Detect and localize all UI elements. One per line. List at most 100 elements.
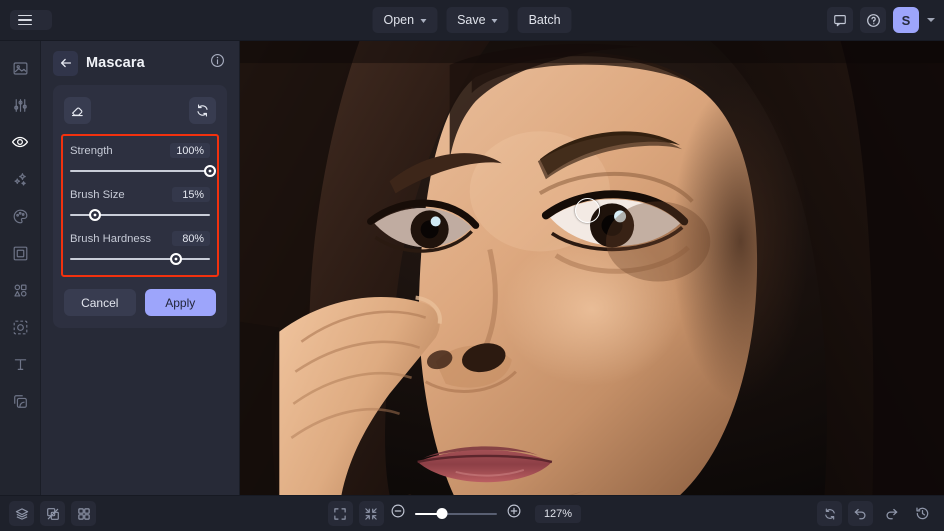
top-bar: Open Save Batch S [0, 0, 944, 41]
redo-icon [886, 508, 898, 520]
apply-button[interactable]: Apply [144, 289, 216, 316]
batch-button[interactable]: Batch [517, 7, 572, 33]
brush-size-slider[interactable] [70, 208, 210, 222]
chevron-down-icon [491, 18, 498, 23]
sidebar-item-shapes[interactable] [5, 275, 35, 305]
slider-value: 80% [172, 231, 210, 246]
refresh-icon [824, 507, 835, 520]
grid-icon [77, 507, 90, 520]
slider-row-brush-size: Brush Size 15% [70, 187, 210, 222]
app-body: Mascara Strength 100% Brush Size 15% Bru… [0, 41, 944, 495]
sidebar-item-text[interactable] [5, 349, 35, 379]
save-button[interactable]: Save [446, 7, 509, 33]
sidebar-item-image[interactable] [5, 53, 35, 83]
collapse-frame-icon [365, 507, 378, 520]
hamburger-icon [18, 14, 32, 26]
zoom-level-label[interactable]: 127% [534, 504, 582, 523]
sparkles-icon [13, 172, 26, 186]
info-button[interactable] [210, 53, 225, 73]
page-title: Mascara [86, 55, 145, 71]
eraser-icon [71, 107, 83, 117]
card-tool-row [64, 97, 216, 124]
strength-slider[interactable] [70, 164, 216, 178]
app-menu-button[interactable] [10, 9, 52, 31]
sidebar-item-effects[interactable] [5, 164, 35, 194]
undo-icon [854, 508, 866, 520]
slider-label: Brush Size [70, 188, 125, 201]
sidebar-item-cutout[interactable] [5, 312, 35, 342]
layers-button[interactable] [9, 501, 34, 526]
sliders-icon [13, 98, 27, 112]
sidebar-item-color[interactable] [5, 201, 35, 231]
question-circle-icon [866, 13, 880, 27]
sidebar-item-layers[interactable] [5, 386, 35, 416]
expand-frame-icon [334, 507, 347, 520]
chevron-down-icon[interactable] [927, 18, 935, 22]
slider-thumb[interactable] [170, 253, 183, 265]
panel-action-row: Cancel Apply [64, 289, 216, 316]
photo-editor-app: Open Save Batch S Mascara Strength 100% … [0, 0, 944, 531]
top-bar-center-group: Open Save Batch [372, 7, 572, 33]
bottom-bar-right-group [817, 501, 935, 526]
zoom-out-button[interactable] [390, 503, 406, 524]
cutout-icon [13, 320, 27, 334]
info-circle-icon [211, 54, 224, 67]
slider-thumb[interactable] [89, 209, 102, 221]
open-button[interactable]: Open [372, 7, 438, 33]
undo-button[interactable] [848, 501, 874, 526]
zoom-in-button[interactable] [506, 503, 522, 524]
comment-icon [834, 15, 846, 27]
compare-icon [46, 507, 59, 520]
actual-size-button[interactable] [358, 501, 384, 526]
top-bar-right-group: S [827, 7, 935, 33]
grid-button[interactable] [71, 501, 96, 526]
back-button[interactable] [53, 50, 78, 76]
batch-label: Batch [528, 13, 561, 27]
history-icon [916, 507, 929, 520]
panel-header: Mascara [53, 41, 227, 85]
fit-to-screen-button[interactable] [327, 501, 353, 526]
reset-button[interactable] [189, 97, 216, 124]
slider-thumb[interactable] [436, 508, 448, 519]
refresh-icon [197, 104, 208, 117]
slider-thumb[interactable] [204, 165, 216, 177]
sidebar-item-frame[interactable] [5, 238, 35, 268]
mascara-settings-card: Strength 100% Brush Size 15% Brush Hardn… [53, 85, 227, 328]
bottom-bar: 127% [0, 495, 944, 531]
zoom-slider[interactable] [414, 507, 497, 521]
layers-icon [15, 507, 28, 520]
open-label: Open [383, 13, 415, 27]
portrait-photo [240, 41, 944, 495]
help-button[interactable] [860, 7, 886, 33]
tool-rail [0, 41, 41, 495]
slider-label: Strength [70, 144, 113, 157]
slider-row-brush-hardness: Brush Hardness 80% [70, 231, 210, 266]
frame-icon [13, 246, 27, 260]
erase-button[interactable] [64, 97, 91, 124]
layers-overlap-icon [13, 394, 27, 408]
plus-circle-icon [507, 504, 521, 518]
text-icon [14, 358, 26, 370]
image-canvas[interactable] [240, 41, 944, 495]
slider-value: 100% [170, 143, 210, 158]
compare-button[interactable] [40, 501, 65, 526]
arrow-left-icon [60, 58, 71, 68]
user-avatar[interactable]: S [893, 7, 919, 33]
cancel-button[interactable]: Cancel [64, 289, 136, 316]
redo-button[interactable] [879, 501, 904, 526]
feedback-button[interactable] [827, 7, 853, 33]
canvas-area [240, 41, 944, 495]
sidebar-item-retouch[interactable] [5, 127, 35, 157]
brush-hardness-slider[interactable] [70, 252, 210, 266]
reset-view-button[interactable] [817, 501, 843, 526]
slider-group-highlight: Strength 100% Brush Size 15% Brush Hardn… [61, 134, 219, 277]
image-icon [13, 61, 27, 75]
shapes-icon [13, 284, 27, 297]
sidebar-item-adjust[interactable] [5, 90, 35, 120]
eye-icon [11, 136, 29, 148]
minus-circle-icon [391, 504, 405, 518]
zoom-controls: 127% [390, 503, 582, 524]
history-button[interactable] [910, 501, 935, 526]
slider-row-strength: Strength 100% [70, 143, 216, 178]
slider-track [70, 258, 210, 260]
